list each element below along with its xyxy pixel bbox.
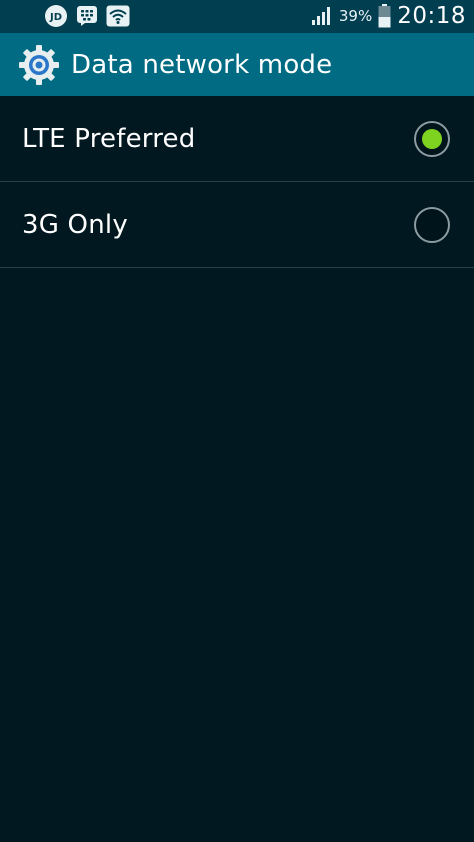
settings-gear-icon[interactable]: [18, 44, 60, 86]
bbm-icon: [76, 5, 98, 27]
svg-text:JD: JD: [49, 12, 62, 23]
action-bar: Data network mode: [0, 33, 474, 96]
option-label: LTE Preferred: [22, 123, 196, 154]
radio-selected-dot: [422, 128, 442, 149]
page-title: Data network mode: [71, 49, 333, 80]
battery-percent: 39%: [338, 7, 373, 25]
battery-icon: [378, 4, 391, 28]
system-indicators: 39% 20:18: [311, 3, 466, 29]
radio-button-unselected[interactable]: [414, 206, 450, 243]
notification-icons: JD: [44, 4, 130, 28]
network-mode-options: LTE Preferred 3G Only: [0, 96, 474, 268]
jd-app-icon: JD: [44, 4, 68, 28]
signal-strength-icon: [311, 6, 333, 26]
option-label: 3G Only: [22, 209, 128, 240]
option-lte-preferred[interactable]: LTE Preferred: [0, 96, 474, 182]
option-3g-only[interactable]: 3G Only: [0, 182, 474, 268]
wifi-icon: [106, 5, 130, 27]
clock: 20:18: [397, 3, 466, 29]
screen: JD 39% 20:18 Data network mode LTE Prefe…: [0, 0, 474, 842]
status-bar: JD 39% 20:18: [0, 0, 474, 33]
radio-button-selected[interactable]: [414, 120, 450, 157]
